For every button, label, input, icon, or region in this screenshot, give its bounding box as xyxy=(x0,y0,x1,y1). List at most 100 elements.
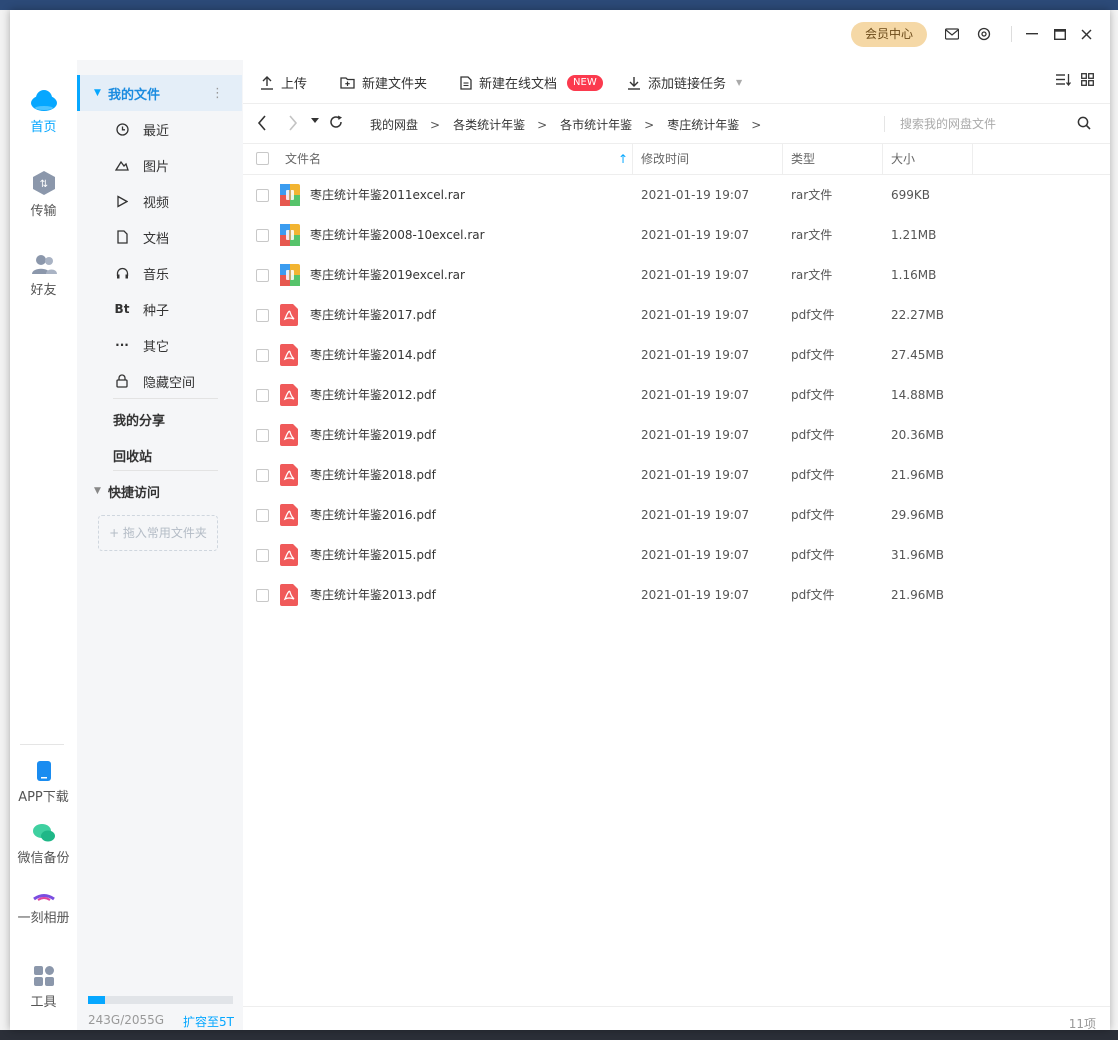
row-checkbox[interactable] xyxy=(256,589,269,602)
row-checkbox[interactable] xyxy=(256,509,269,522)
file-name[interactable]: 枣庄统计年鉴2011excel.rar xyxy=(310,175,465,215)
file-name[interactable]: 枣庄统计年鉴2019.pdf xyxy=(310,415,436,455)
table-row[interactable]: 枣庄统计年鉴2016.pdf 2021-01-19 19:07 pdf文件 29.96… xyxy=(243,495,1110,535)
back-icon[interactable] xyxy=(257,115,267,131)
quick-access-header[interactable]: ▼ 快捷访问 xyxy=(77,473,242,509)
row-checkbox[interactable] xyxy=(256,269,269,282)
settings-gear-icon[interactable] xyxy=(974,24,994,44)
new-folder-button[interactable]: 新建文件夹 xyxy=(340,73,427,92)
table-row[interactable]: 枣庄统计年鉴2019.pdf 2021-01-19 19:07 pdf文件 20.36… xyxy=(243,415,1110,455)
sidebar-item-music[interactable]: 音乐 xyxy=(77,255,242,291)
sidebar-item-my-share[interactable]: 我的分享 xyxy=(113,410,165,429)
sidebar-item-hidden-space[interactable]: 隐藏空间 xyxy=(77,363,242,399)
sidebar-item-torrents[interactable]: Bt 种子 xyxy=(77,291,242,327)
file-name[interactable]: 枣庄统计年鉴2016.pdf xyxy=(310,495,436,535)
file-name[interactable]: 枣庄统计年鉴2008-10excel.rar xyxy=(310,215,485,255)
nav-divider xyxy=(20,744,64,745)
row-checkbox[interactable] xyxy=(256,309,269,322)
sort-ascending-icon[interactable]: ↑ xyxy=(618,144,628,174)
file-name[interactable]: 枣庄统计年鉴2017.pdf xyxy=(310,295,436,335)
vip-center-button[interactable]: 会员中心 xyxy=(851,22,927,47)
row-checkbox[interactable] xyxy=(256,469,269,482)
expand-arrow-icon[interactable]: ▼ xyxy=(94,88,108,98)
more-vertical-icon[interactable]: ⋮ xyxy=(211,86,224,101)
file-name[interactable]: 枣庄统计年鉴2014.pdf xyxy=(310,335,436,375)
search-input[interactable] xyxy=(898,112,1072,136)
nav-tools[interactable]: 工具 xyxy=(10,965,77,1010)
mail-icon[interactable] xyxy=(942,24,962,44)
breadcrumb-item[interactable]: 各市统计年鉴 xyxy=(560,116,632,133)
upload-button[interactable]: 上传 xyxy=(260,73,307,92)
table-row[interactable]: 枣庄统计年鉴2019excel.rar 2021-01-19 19:07 rar文件… xyxy=(243,255,1110,295)
sidebar-item-recent[interactable]: 最近 xyxy=(77,111,242,147)
table-row[interactable]: 枣庄统计年鉴2015.pdf 2021-01-19 19:07 pdf文件 31.96… xyxy=(243,535,1110,575)
column-divider[interactable] xyxy=(782,144,783,174)
sort-icon[interactable] xyxy=(1055,73,1078,86)
column-header-size[interactable]: 大小 xyxy=(891,144,915,174)
row-checkbox[interactable] xyxy=(256,189,269,202)
nav-wechat-backup[interactable]: 微信备份 xyxy=(10,823,77,866)
search-icon[interactable] xyxy=(1077,116,1091,133)
nav-album[interactable]: 一刻相册 xyxy=(10,893,77,926)
file-name[interactable]: 枣庄统计年鉴2013.pdf xyxy=(310,575,436,615)
my-files-header[interactable]: ▼ 我的文件 ⋮ xyxy=(77,75,242,111)
row-checkbox[interactable] xyxy=(256,389,269,402)
sidebar-item-pictures[interactable]: 图片 xyxy=(77,147,242,183)
column-divider[interactable] xyxy=(882,144,883,174)
file-name[interactable]: 枣庄统计年鉴2015.pdf xyxy=(310,535,436,575)
table-row[interactable]: 枣庄统计年鉴2011excel.rar 2021-01-19 19:07 rar文件… xyxy=(243,175,1110,215)
expand-arrow-icon[interactable]: ▼ xyxy=(94,486,108,496)
new-online-doc-button[interactable]: 新建在线文档 NEW xyxy=(460,73,603,92)
row-checkbox[interactable] xyxy=(256,229,269,242)
row-checkbox[interactable] xyxy=(256,429,269,442)
maximize-icon[interactable] xyxy=(1050,24,1070,44)
forward-icon[interactable] xyxy=(288,115,298,131)
column-header-modified[interactable]: 修改时间 xyxy=(641,144,689,174)
history-dropdown-icon[interactable] xyxy=(311,118,319,124)
online-doc-icon xyxy=(460,75,472,90)
nav-home[interactable]: 首页 xyxy=(10,88,77,135)
table-row[interactable]: 枣庄统计年鉴2013.pdf 2021-01-19 19:07 pdf文件 21.96… xyxy=(243,575,1110,615)
file-name[interactable]: 枣庄统计年鉴2018.pdf xyxy=(310,455,436,495)
nav-app-download[interactable]: APP下载 xyxy=(10,760,77,805)
pdf-file-icon xyxy=(280,344,300,366)
minimize-icon[interactable] xyxy=(1022,24,1042,44)
table-row[interactable]: 枣庄统计年鉴2008-10excel.rar 2021-01-19 19:07 ra… xyxy=(243,215,1110,255)
column-header-type[interactable]: 类型 xyxy=(791,144,815,174)
row-checkbox[interactable] xyxy=(256,549,269,562)
nav-transfer[interactable]: ⇅ 传输 xyxy=(10,170,77,219)
file-type: pdf文件 xyxy=(791,468,835,482)
column-divider[interactable] xyxy=(632,144,633,174)
sidebar-item-recycle-bin[interactable]: 回收站 xyxy=(113,446,152,465)
sidebar-item-videos[interactable]: 视频 xyxy=(77,183,242,219)
status-footer: 11项 xyxy=(243,1006,1110,1031)
file-size: 699KB xyxy=(891,188,931,202)
refresh-icon[interactable] xyxy=(329,115,343,129)
select-all-checkbox[interactable] xyxy=(256,152,269,165)
breadcrumb-item[interactable]: 我的网盘 xyxy=(370,116,418,133)
column-divider[interactable] xyxy=(972,144,973,174)
caret-down-icon[interactable]: ▼ xyxy=(736,78,742,87)
expand-storage-link[interactable]: 扩容至5T xyxy=(183,1013,234,1030)
file-name[interactable]: 枣庄统计年鉴2019excel.rar xyxy=(310,255,465,295)
breadcrumb-item[interactable]: 各类统计年鉴 xyxy=(453,116,525,133)
sidebar-item-others[interactable]: ··· 其它 xyxy=(77,327,242,363)
breadcrumb-item[interactable]: 枣庄统计年鉴 xyxy=(667,116,739,133)
row-checkbox[interactable] xyxy=(256,349,269,362)
file-type: pdf文件 xyxy=(791,548,835,562)
add-link-task-button[interactable]: 添加链接任务 ▼ xyxy=(627,73,742,92)
column-header-name[interactable]: 文件名 xyxy=(285,144,321,174)
grid-view-icon[interactable] xyxy=(1081,73,1101,86)
add-favorite-folder-dropzone[interactable]: + 拖入常用文件夹 xyxy=(98,515,218,551)
table-row[interactable]: 枣庄统计年鉴2014.pdf 2021-01-19 19:07 pdf文件 27.45… xyxy=(243,335,1110,375)
table-row[interactable]: 枣庄统计年鉴2012.pdf 2021-01-19 19:07 pdf文件 14.88… xyxy=(243,375,1110,415)
nav-friends[interactable]: 好友 xyxy=(10,253,77,298)
sidebar-item-documents[interactable]: 文档 xyxy=(77,219,242,255)
file-modified-time: 2021-01-19 19:07 xyxy=(641,348,750,362)
new-folder-label: 新建文件夹 xyxy=(362,77,428,92)
table-row[interactable]: 枣庄统计年鉴2018.pdf 2021-01-19 19:07 pdf文件 21.96… xyxy=(243,455,1110,495)
file-name[interactable]: 枣庄统计年鉴2012.pdf xyxy=(310,375,436,415)
table-row[interactable]: 枣庄统计年鉴2017.pdf 2021-01-19 19:07 pdf文件 22.27… xyxy=(243,295,1110,335)
close-icon[interactable] xyxy=(1076,24,1096,44)
main-nav: 首页 ⇅ 传输 好友 APP下载 微信备份 一刻相册 工具 xyxy=(10,60,77,1030)
